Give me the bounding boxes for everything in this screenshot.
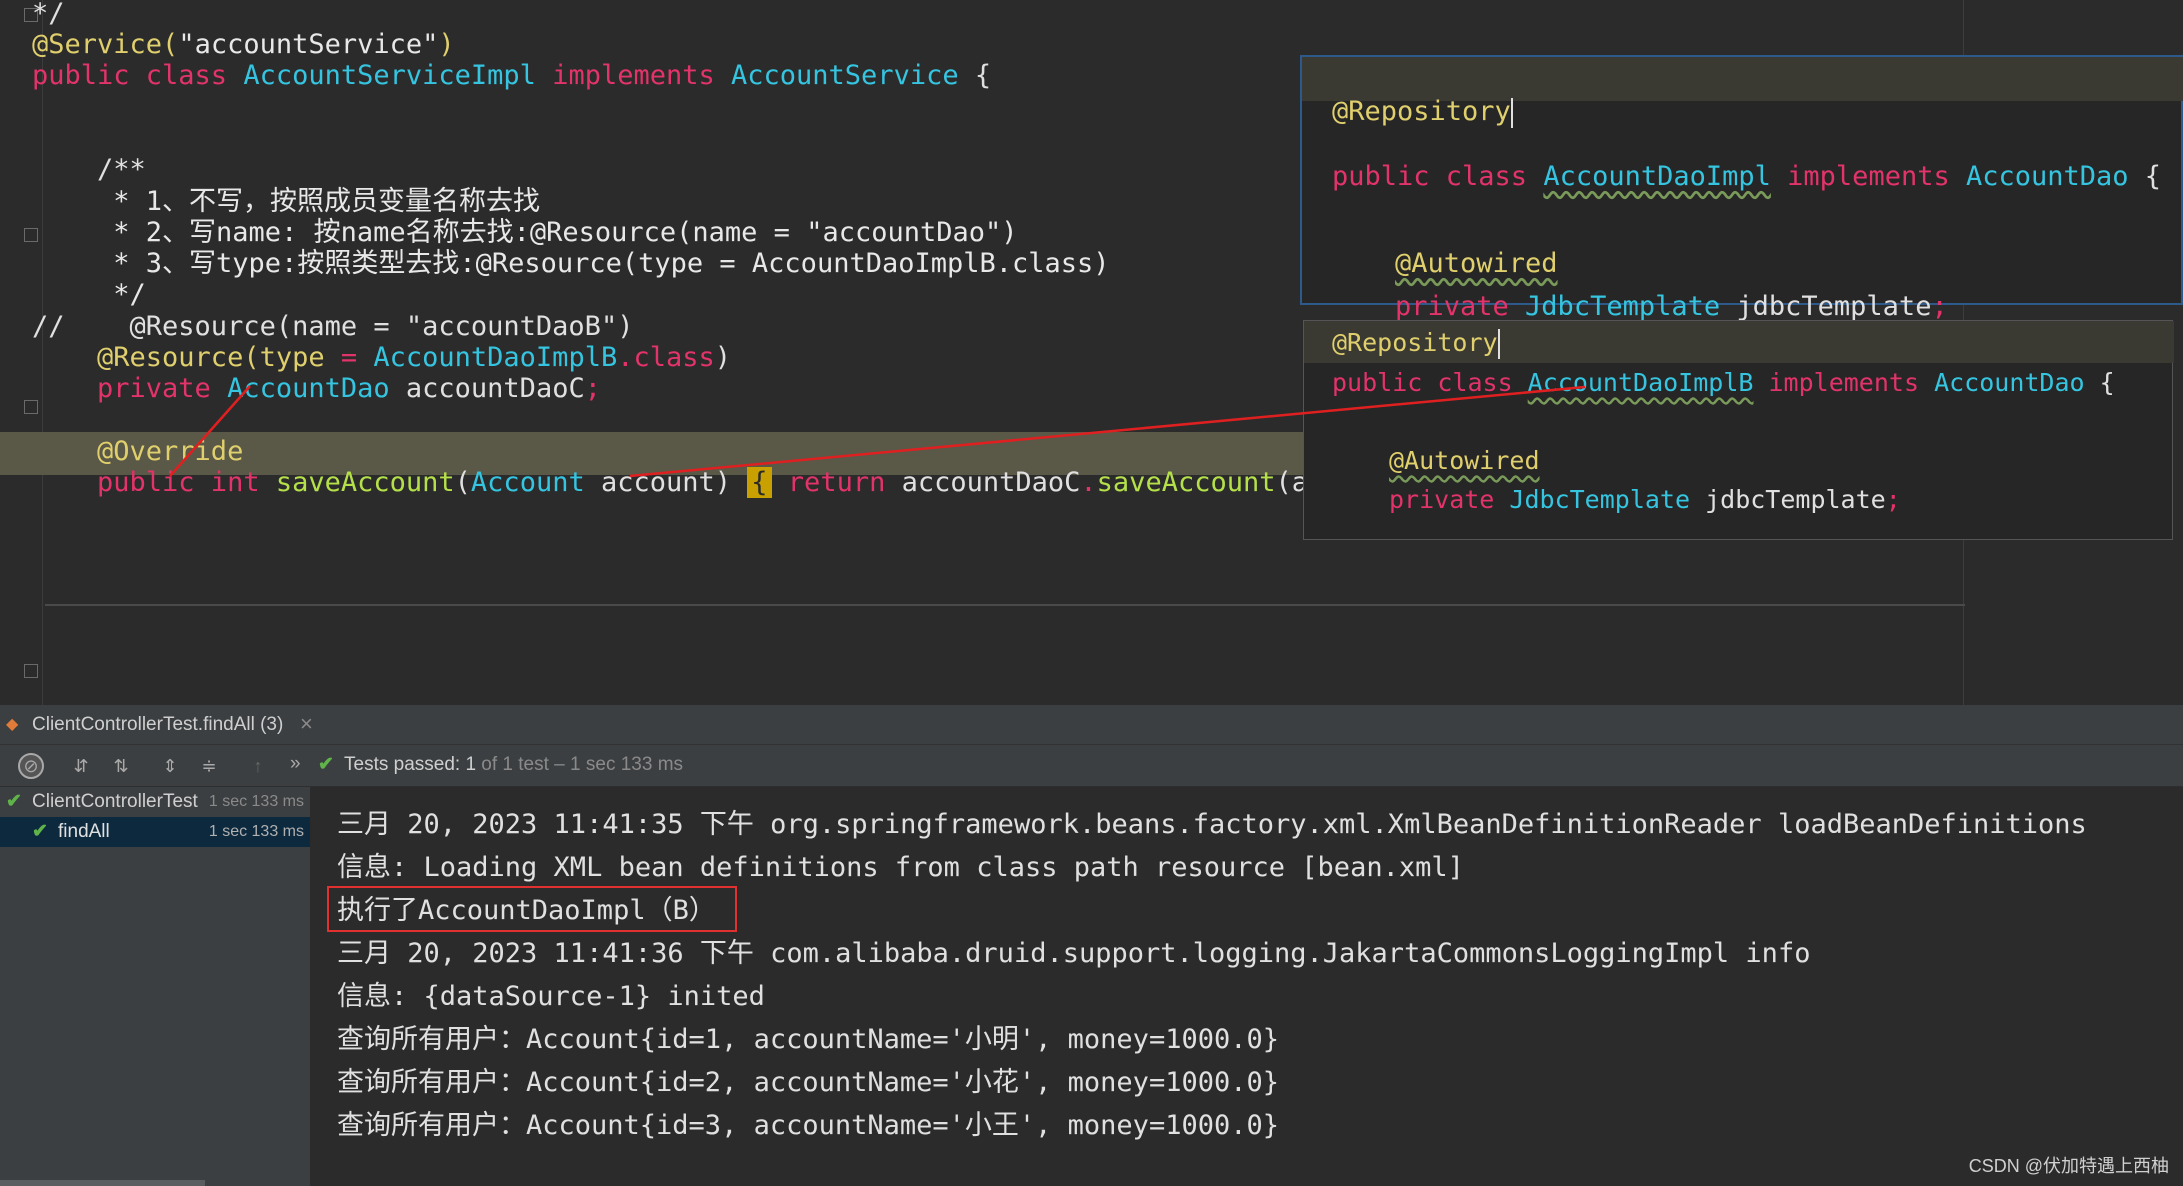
tests-status: Tests passed: 1 of 1 test – 1 sec 133 ms	[344, 754, 683, 776]
tree-item-label: ClientControllerTest	[32, 791, 198, 812]
test-runner-toolbar: ⊘ ⇵ ⇅ ⇕ ≑ ↑ » ✔ Tests passed: 1 of 1 tes…	[0, 745, 2183, 787]
tree-item-duration: 1 sec 133 ms	[208, 793, 304, 810]
console-line: 查询所有用户：Account{id=3, accountName='小王', m…	[337, 1110, 1279, 1141]
test-results-tree[interactable]: ✔ ClientControllerTest 1 sec 133 ms ✔ fi…	[0, 787, 310, 1186]
console-line: 信息: Loading XML bean definitions from cl…	[337, 852, 1464, 883]
console-line: 查询所有用户：Account{id=2, accountName='小花', m…	[337, 1067, 1279, 1098]
tree-item-label: findAll	[58, 821, 110, 842]
more-actions-icon[interactable]: »	[290, 753, 301, 775]
tab-run-clientcontrollertest[interactable]: ClientControllerTest.findAll (3)	[32, 714, 283, 736]
tree-item-findall[interactable]: ✔ findAll 1 sec 133 ms	[0, 817, 310, 847]
run-config-icon: ◆	[6, 716, 19, 733]
tests-status-count: 1	[465, 754, 477, 775]
expand-all-icon[interactable]: ⇕	[157, 753, 183, 779]
console-line: 查询所有用户：Account{id=1, accountName='小明', m…	[337, 1024, 1279, 1055]
close-tab-icon[interactable]: ×	[300, 711, 313, 737]
console-line: 信息: {dataSource-1} inited	[337, 981, 765, 1012]
console-line: 三月 20, 2023 11:41:36 下午 com.alibaba.drui…	[337, 938, 1811, 969]
watermark: CSDN @伏加特遇上西柚	[1968, 1156, 2169, 1176]
passed-icon: ✔	[6, 791, 22, 812]
run-tab-bar: ◆ ClientControllerTest.findAll (3) ×	[0, 705, 2183, 745]
highlight-box	[327, 886, 737, 932]
annotation-arrows	[169, 385, 1586, 478]
tree-item-clientcontrollertest[interactable]: ✔ ClientControllerTest 1 sec 133 ms	[0, 787, 310, 817]
tree-scrollbar[interactable]	[0, 1180, 205, 1186]
code-editor[interactable]: */@Service("accountService") public class…	[0, 0, 2183, 705]
arrow-to-accountdaoimplb	[629, 385, 1586, 478]
tests-status-detail: of 1 test – 1 sec 133 ms	[476, 754, 684, 775]
collapse-all-icon[interactable]: ≑	[196, 753, 222, 779]
sort-by-duration-icon[interactable]: ⇅	[108, 753, 134, 779]
arrow-type-comment	[169, 385, 251, 477]
previous-failed-test-icon[interactable]: ↑	[245, 753, 271, 779]
stop-icon[interactable]: ⊘	[18, 753, 44, 779]
tests-passed-check-icon: ✔	[318, 754, 334, 775]
console-output[interactable]: 三月 20, 2023 11:41:35 下午 org.springframew…	[310, 787, 2183, 1186]
sort-alphabetically-icon[interactable]: ⇵	[68, 753, 94, 779]
console-line: 三月 20, 2023 11:41:35 下午 org.springframew…	[337, 809, 2087, 840]
tree-item-duration: 1 sec 133 ms	[208, 823, 304, 840]
tests-status-prefix: Tests passed:	[344, 754, 466, 775]
passed-icon: ✔	[32, 821, 48, 842]
